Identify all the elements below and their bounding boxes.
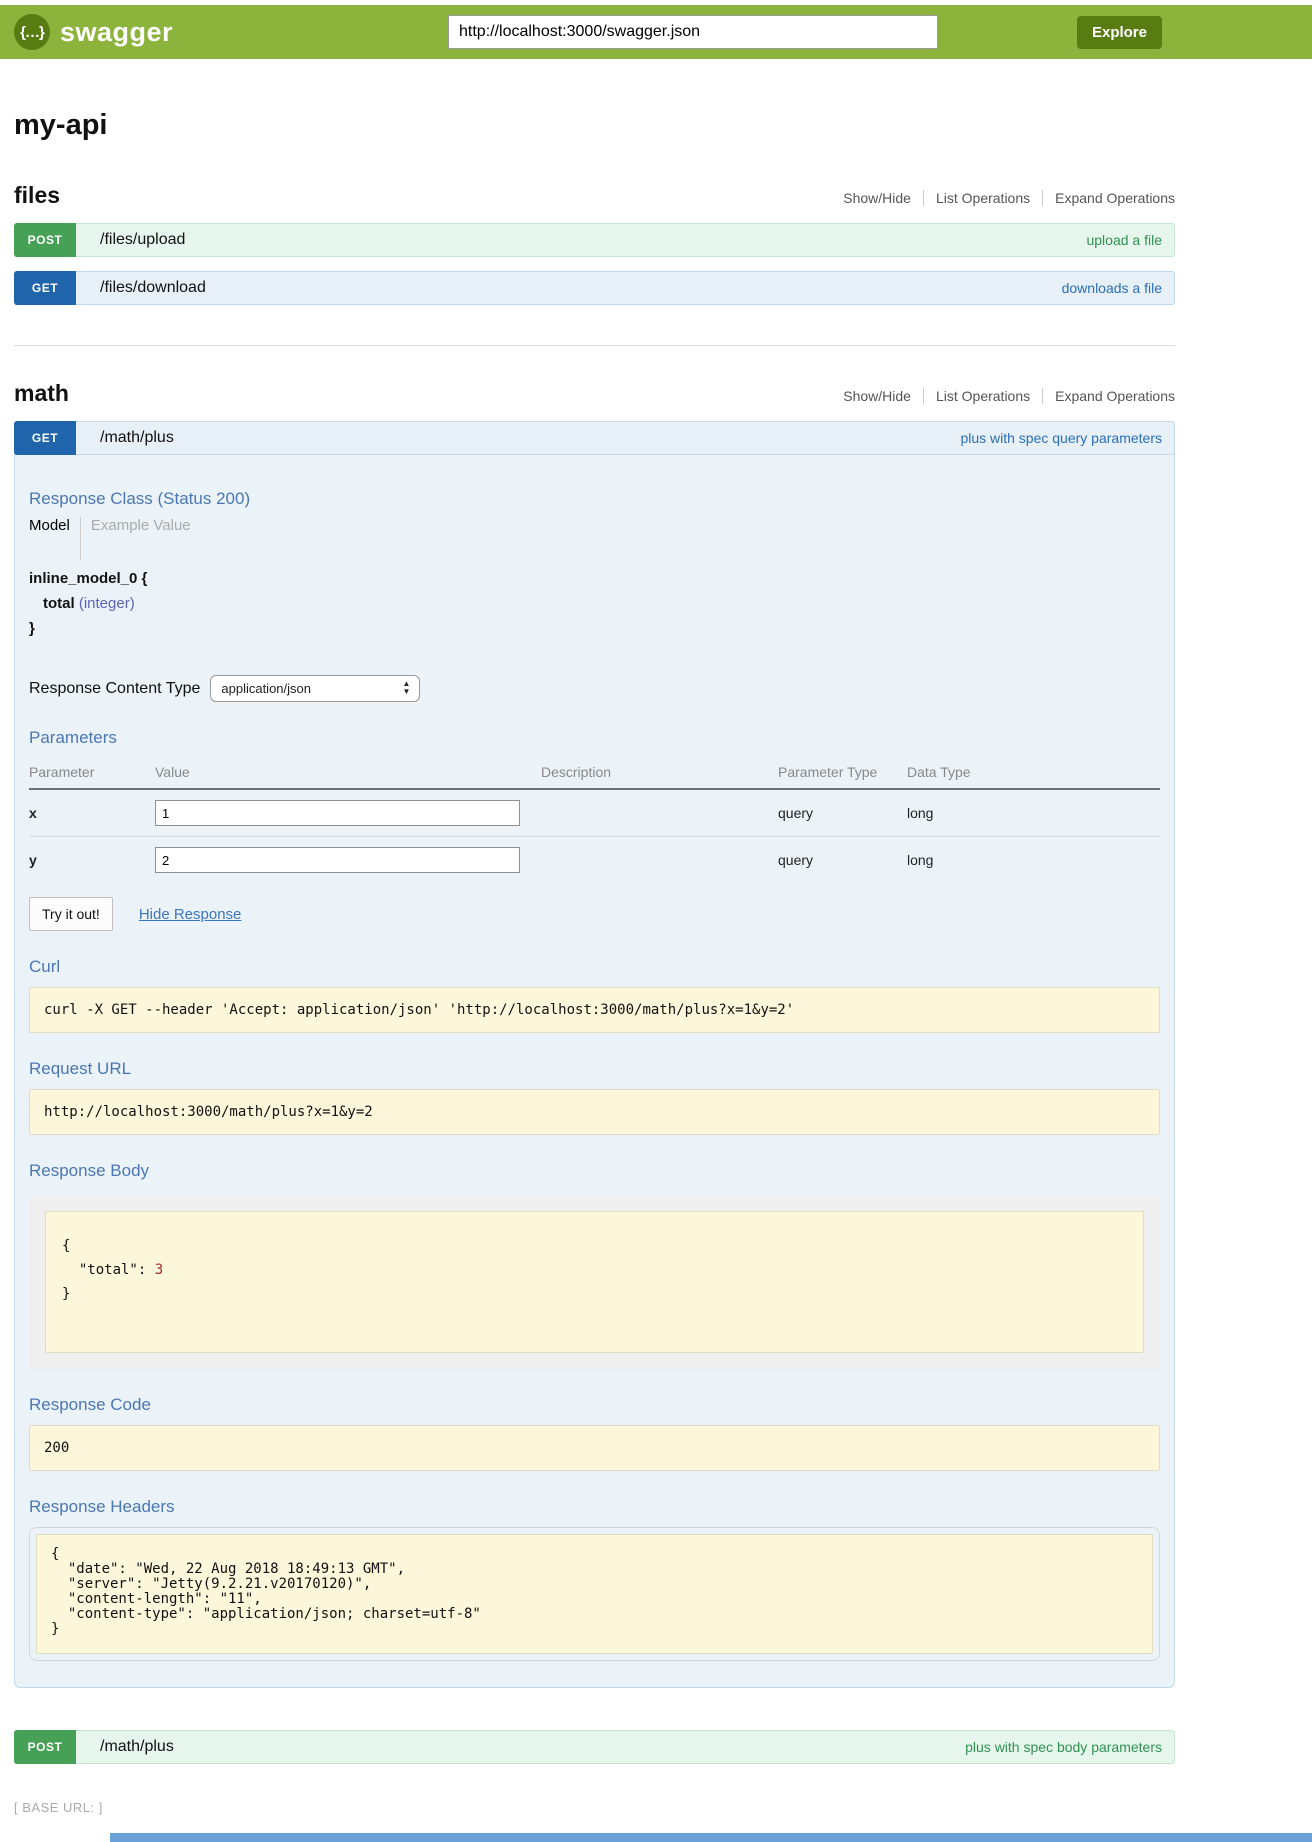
json-number-value: 3 xyxy=(155,1262,163,1278)
endpoint-get-math-plus: GET /math/plus plus with spec query para… xyxy=(14,421,1175,1688)
param-x-input[interactable] xyxy=(155,800,520,826)
options-separator xyxy=(923,388,924,404)
try-it-out-button[interactable]: Try it out! xyxy=(29,897,113,931)
endpoint-header[interactable]: GET /math/plus plus with spec query para… xyxy=(14,421,1175,455)
options-separator xyxy=(1042,190,1043,206)
param-type: query xyxy=(778,789,907,837)
endpoint-header[interactable]: POST /files/upload upload a file xyxy=(14,223,1175,257)
base-url-label: [ BASE URL: ] xyxy=(14,1800,1312,1815)
spec-url-input[interactable] xyxy=(448,15,938,49)
endpoint-get-files-download: GET /files/download downloads a file xyxy=(14,271,1175,305)
endpoint-expanded-content: Response Class (Status 200) Model Exampl… xyxy=(14,455,1175,1688)
json-text: { "total": xyxy=(62,1238,155,1278)
page-title: my-api xyxy=(14,109,1175,142)
post-method-badge: POST xyxy=(14,223,76,257)
param-y-input[interactable] xyxy=(155,847,520,873)
request-url-heading: Request URL xyxy=(29,1059,1160,1079)
param-type: query xyxy=(778,837,907,884)
post-method-badge: POST xyxy=(14,1730,76,1764)
table-row: x query long xyxy=(29,789,1160,837)
swagger-logo: {…} swagger xyxy=(14,14,173,50)
table-row: y query long xyxy=(29,837,1160,884)
resource-math-title: math xyxy=(14,380,69,407)
options-separator xyxy=(1042,388,1043,404)
endpoint-header[interactable]: GET /files/download downloads a file xyxy=(14,271,1175,305)
response-content-type-label: Response Content Type xyxy=(29,680,200,698)
model-tabs: Model Example Value xyxy=(29,517,1160,560)
swagger-braces-icon: {…} xyxy=(14,14,50,50)
model-signature: inline_model_0 { total (integer) } xyxy=(29,566,1160,641)
response-headers: { "date": "Wed, 22 Aug 2018 18:49:13 GMT… xyxy=(36,1534,1153,1654)
col-header-parameter: Parameter xyxy=(29,758,155,789)
request-url: http://localhost:3000/math/plus?x=1&y=2 xyxy=(29,1089,1160,1135)
param-description xyxy=(541,789,778,837)
endpoint-summary-link[interactable]: plus with spec query parameters xyxy=(960,430,1162,446)
model-open-line: inline_model_0 { xyxy=(29,566,1160,591)
endpoint-post-math-plus: POST /math/plus plus with spec body para… xyxy=(14,1730,1175,1764)
expand-operations-link[interactable]: Expand Operations xyxy=(1055,190,1175,206)
response-content-type-select[interactable]: application/json ▲▼ xyxy=(210,675,420,702)
list-operations-link[interactable]: List Operations xyxy=(936,190,1030,206)
curl-command: curl -X GET --header 'Accept: applicatio… xyxy=(29,987,1160,1033)
options-separator xyxy=(923,190,924,206)
param-name: x xyxy=(29,789,155,837)
curl-heading: Curl xyxy=(29,957,1160,977)
response-headers-heading: Response Headers xyxy=(29,1497,1160,1517)
parameters-heading: Parameters xyxy=(29,728,1160,748)
tab-model[interactable]: Model xyxy=(29,517,80,560)
select-arrows-icon: ▲▼ xyxy=(402,680,410,696)
response-code-heading: Response Code xyxy=(29,1395,1160,1415)
header-bar: {…} swagger Explore xyxy=(0,5,1312,59)
endpoint-path-link[interactable]: /files/download xyxy=(100,279,206,297)
endpoint-path-link[interactable]: /files/upload xyxy=(100,231,185,249)
show-hide-link[interactable]: Show/Hide xyxy=(843,388,911,404)
response-class-heading: Response Class (Status 200) xyxy=(29,489,1160,509)
list-operations-link[interactable]: List Operations xyxy=(936,388,1030,404)
endpoint-path-link[interactable]: /math/plus xyxy=(100,429,174,447)
response-body-heading: Response Body xyxy=(29,1161,1160,1181)
response-headers-container: { "date": "Wed, 22 Aug 2018 18:49:13 GMT… xyxy=(29,1527,1160,1661)
model-prop-type: (integer) xyxy=(79,595,135,612)
col-header-description: Description xyxy=(541,758,778,789)
response-body: { "total": 3 } xyxy=(45,1211,1144,1353)
endpoint-summary-link[interactable]: upload a file xyxy=(1086,232,1162,248)
col-header-data-type: Data Type xyxy=(907,758,1160,789)
endpoint-summary-link[interactable]: plus with spec body parameters xyxy=(965,1739,1162,1755)
param-name: y xyxy=(29,837,155,884)
get-method-badge: GET xyxy=(14,271,76,305)
resource-files: files Show/Hide List Operations Expand O… xyxy=(14,182,1175,305)
response-body-container: { "total": 3 } xyxy=(29,1195,1160,1369)
model-close-line: } xyxy=(29,616,1160,641)
col-header-parameter-type: Parameter Type xyxy=(778,758,907,789)
endpoint-post-files-upload: POST /files/upload upload a file xyxy=(14,223,1175,257)
col-header-value: Value xyxy=(155,758,541,789)
show-hide-link[interactable]: Show/Hide xyxy=(843,190,911,206)
section-divider xyxy=(14,345,1175,346)
json-text: } xyxy=(62,1286,70,1302)
resource-files-title: files xyxy=(14,182,60,209)
selected-content-type: application/json xyxy=(221,681,311,696)
model-prop-name: total xyxy=(43,595,75,612)
param-data-type: long xyxy=(907,837,1160,884)
brand-title: swagger xyxy=(60,17,173,48)
endpoint-summary-link[interactable]: downloads a file xyxy=(1062,280,1162,296)
resource-math: math Show/Hide List Operations Expand Op… xyxy=(14,380,1175,1764)
resource-math-options: Show/Hide List Operations Expand Operati… xyxy=(843,388,1175,404)
get-method-badge: GET xyxy=(14,421,76,455)
param-data-type: long xyxy=(907,789,1160,837)
response-code: 200 xyxy=(29,1425,1160,1471)
param-description xyxy=(541,837,778,884)
resource-files-options: Show/Hide List Operations Expand Operati… xyxy=(843,190,1175,206)
expand-operations-link[interactable]: Expand Operations xyxy=(1055,388,1175,404)
hide-response-link[interactable]: Hide Response xyxy=(139,906,242,923)
bottom-bar xyxy=(110,1833,1312,1842)
tab-example-value[interactable]: Example Value xyxy=(80,517,191,560)
explore-button[interactable]: Explore xyxy=(1077,16,1162,49)
endpoint-path-link[interactable]: /math/plus xyxy=(100,1738,174,1756)
parameters-table: Parameter Value Description Parameter Ty… xyxy=(29,758,1160,883)
endpoint-header[interactable]: POST /math/plus plus with spec body para… xyxy=(14,1730,1175,1764)
